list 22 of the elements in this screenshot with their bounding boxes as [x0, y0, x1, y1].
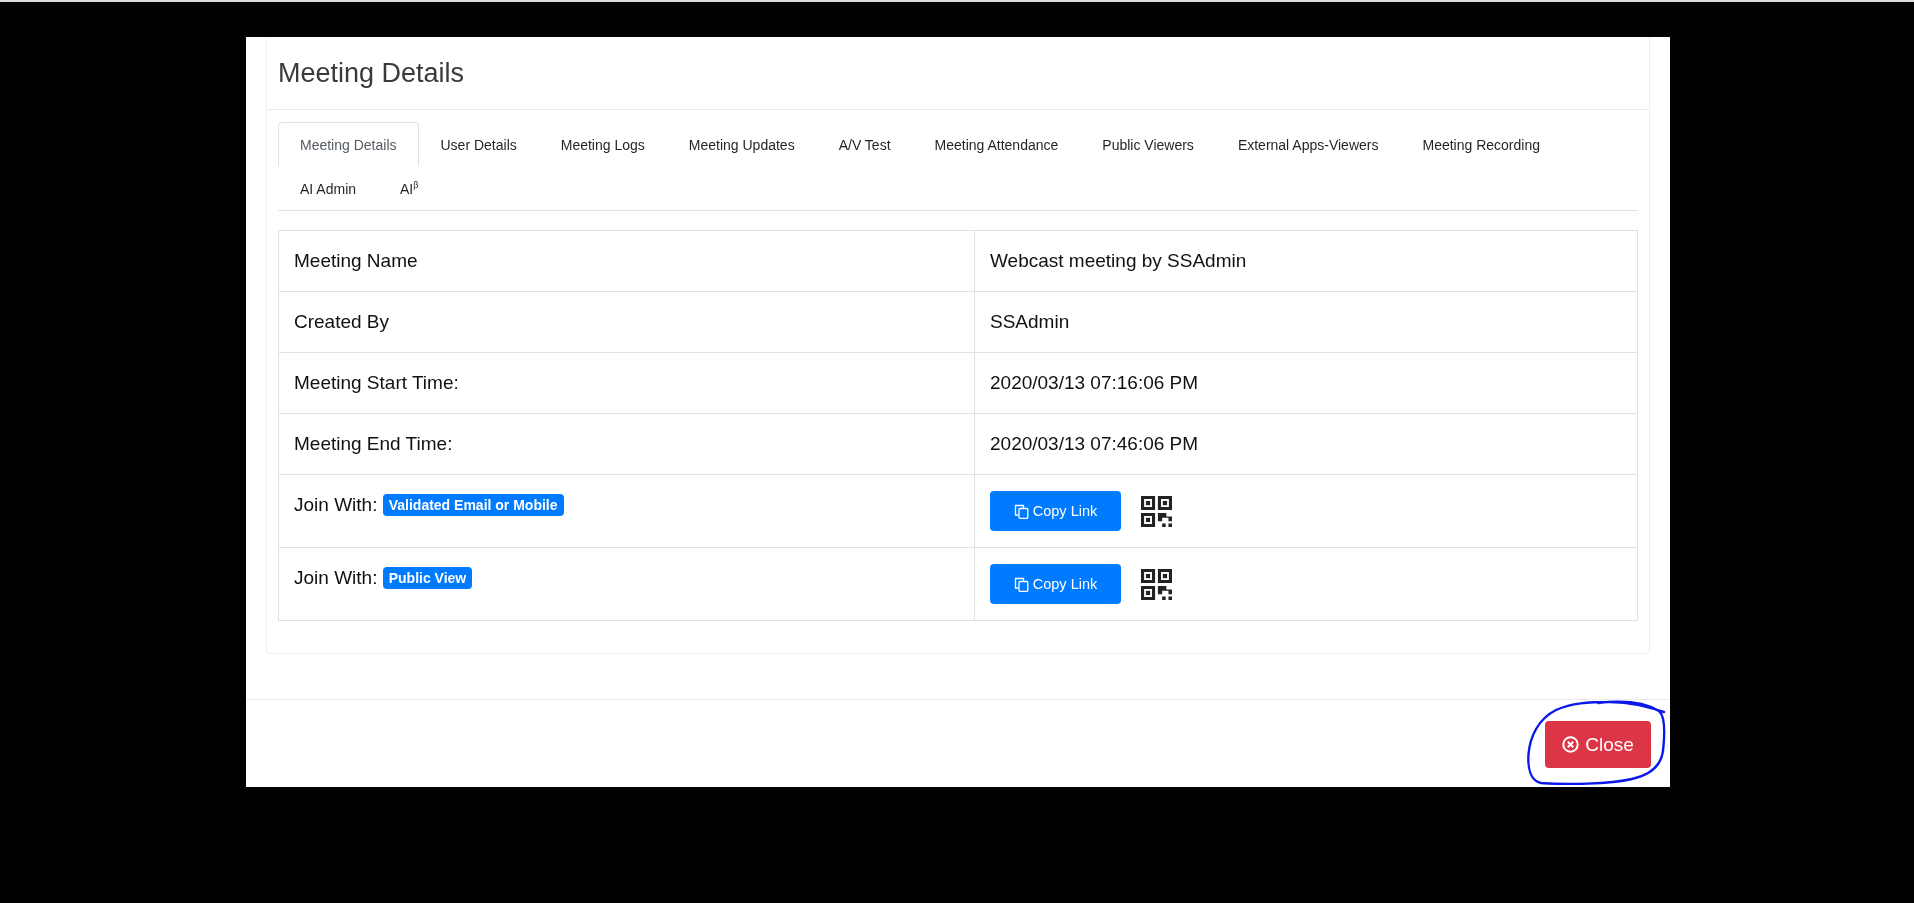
join-label: Join With:: [294, 567, 378, 588]
table-cell: 2020/03/13 07:16:06 PM: [974, 352, 1638, 414]
table-cell: 2020/03/13 07:46:06 PM: [974, 413, 1638, 475]
copy-link-button[interactable]: Copy Link: [990, 491, 1121, 531]
close-icon: [1562, 736, 1580, 753]
qr-code-icon[interactable]: [1141, 495, 1172, 527]
copy-link-button[interactable]: Copy Link: [990, 564, 1121, 604]
modal-title: Meeting Details: [278, 57, 465, 90]
qr-code-icon[interactable]: [1141, 568, 1172, 600]
copy-icon: [1013, 576, 1029, 592]
table-cell: Meeting Start Time:: [278, 352, 975, 414]
close-button[interactable]: Close: [1545, 721, 1651, 768]
table-cell: Webcast meeting by SSAdmin: [974, 230, 1638, 292]
access-badge: Public View: [382, 567, 473, 589]
tab[interactable]: Meeting Details: [278, 122, 419, 166]
table-cell: Meeting End Time:: [278, 413, 975, 475]
table-cell: Meeting Name: [278, 230, 975, 292]
join-label: Join With:: [294, 494, 378, 515]
table-cell: SSAdmin: [974, 291, 1638, 353]
table-cell: Created By: [278, 291, 975, 353]
access-badge: Validated Email or Mobile: [382, 494, 564, 516]
copy-icon: [1013, 503, 1029, 519]
